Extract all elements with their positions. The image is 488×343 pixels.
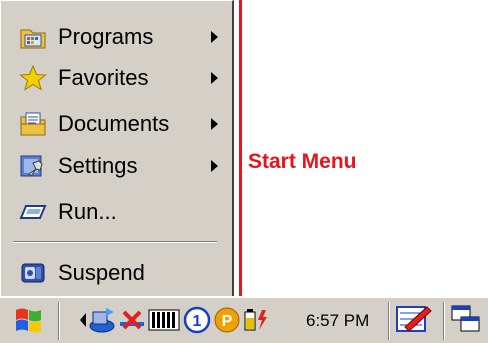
menu-item-run[interactable]: Run... bbox=[1, 191, 229, 233]
suspend-icon bbox=[21, 263, 45, 283]
parking-p-icon[interactable]: P bbox=[212, 304, 242, 336]
programs-folder-icon bbox=[20, 29, 46, 49]
scroll-left-arrow-icon[interactable] bbox=[78, 311, 88, 329]
taskbar-separator bbox=[443, 302, 445, 340]
battery-charging-icon[interactable] bbox=[242, 304, 272, 336]
profile-1-icon[interactable]: 1 bbox=[182, 304, 212, 336]
svg-text:1: 1 bbox=[193, 313, 202, 330]
menu-item-settings[interactable]: Settings bbox=[1, 145, 229, 187]
menu-item-suspend[interactable]: Suspend bbox=[1, 252, 229, 294]
settings-icon bbox=[20, 155, 43, 177]
start-windows-flag-icon[interactable] bbox=[12, 304, 46, 336]
menu-label-settings: Settings bbox=[58, 153, 138, 178]
taskbar-separator bbox=[58, 302, 60, 340]
menu-item-favorites[interactable]: Favorites bbox=[1, 57, 229, 99]
start-menu: Programs Favorites Documents Settings Ru… bbox=[0, 0, 234, 296]
documents-folder-icon bbox=[20, 112, 46, 136]
menu-item-documents[interactable]: Documents bbox=[1, 103, 229, 145]
input-panel-keyboard-icon[interactable] bbox=[395, 303, 433, 335]
submenu-arrow-icon bbox=[211, 72, 218, 84]
annotation-label: Start Menu bbox=[248, 150, 357, 173]
annotation-line bbox=[239, 0, 242, 296]
task-switch-windows-icon[interactable] bbox=[450, 303, 482, 337]
submenu-arrow-icon bbox=[211, 118, 218, 130]
submenu-arrow-icon bbox=[211, 31, 218, 43]
taskbar-separator bbox=[388, 302, 390, 340]
menu-label-suspend: Suspend bbox=[58, 260, 145, 285]
no-connection-icon[interactable] bbox=[118, 304, 148, 336]
taskbar: 1 P 6:57 PM bbox=[0, 296, 488, 343]
favorites-star-icon bbox=[19, 65, 47, 91]
run-icon bbox=[19, 205, 47, 219]
svg-text:P: P bbox=[222, 313, 233, 330]
submenu-arrow-icon bbox=[211, 160, 218, 172]
menu-separator bbox=[13, 241, 217, 243]
menu-item-programs[interactable]: Programs bbox=[1, 16, 229, 58]
menu-label-programs: Programs bbox=[58, 24, 154, 49]
taskbar-clock[interactable]: 6:57 PM bbox=[306, 311, 369, 331]
battery-meter-icon[interactable] bbox=[148, 304, 180, 336]
menu-label-favorites: Favorites bbox=[58, 65, 149, 90]
menu-label-documents: Documents bbox=[58, 111, 170, 136]
menu-label-run: Run... bbox=[58, 199, 117, 224]
network-icon[interactable] bbox=[88, 304, 118, 336]
